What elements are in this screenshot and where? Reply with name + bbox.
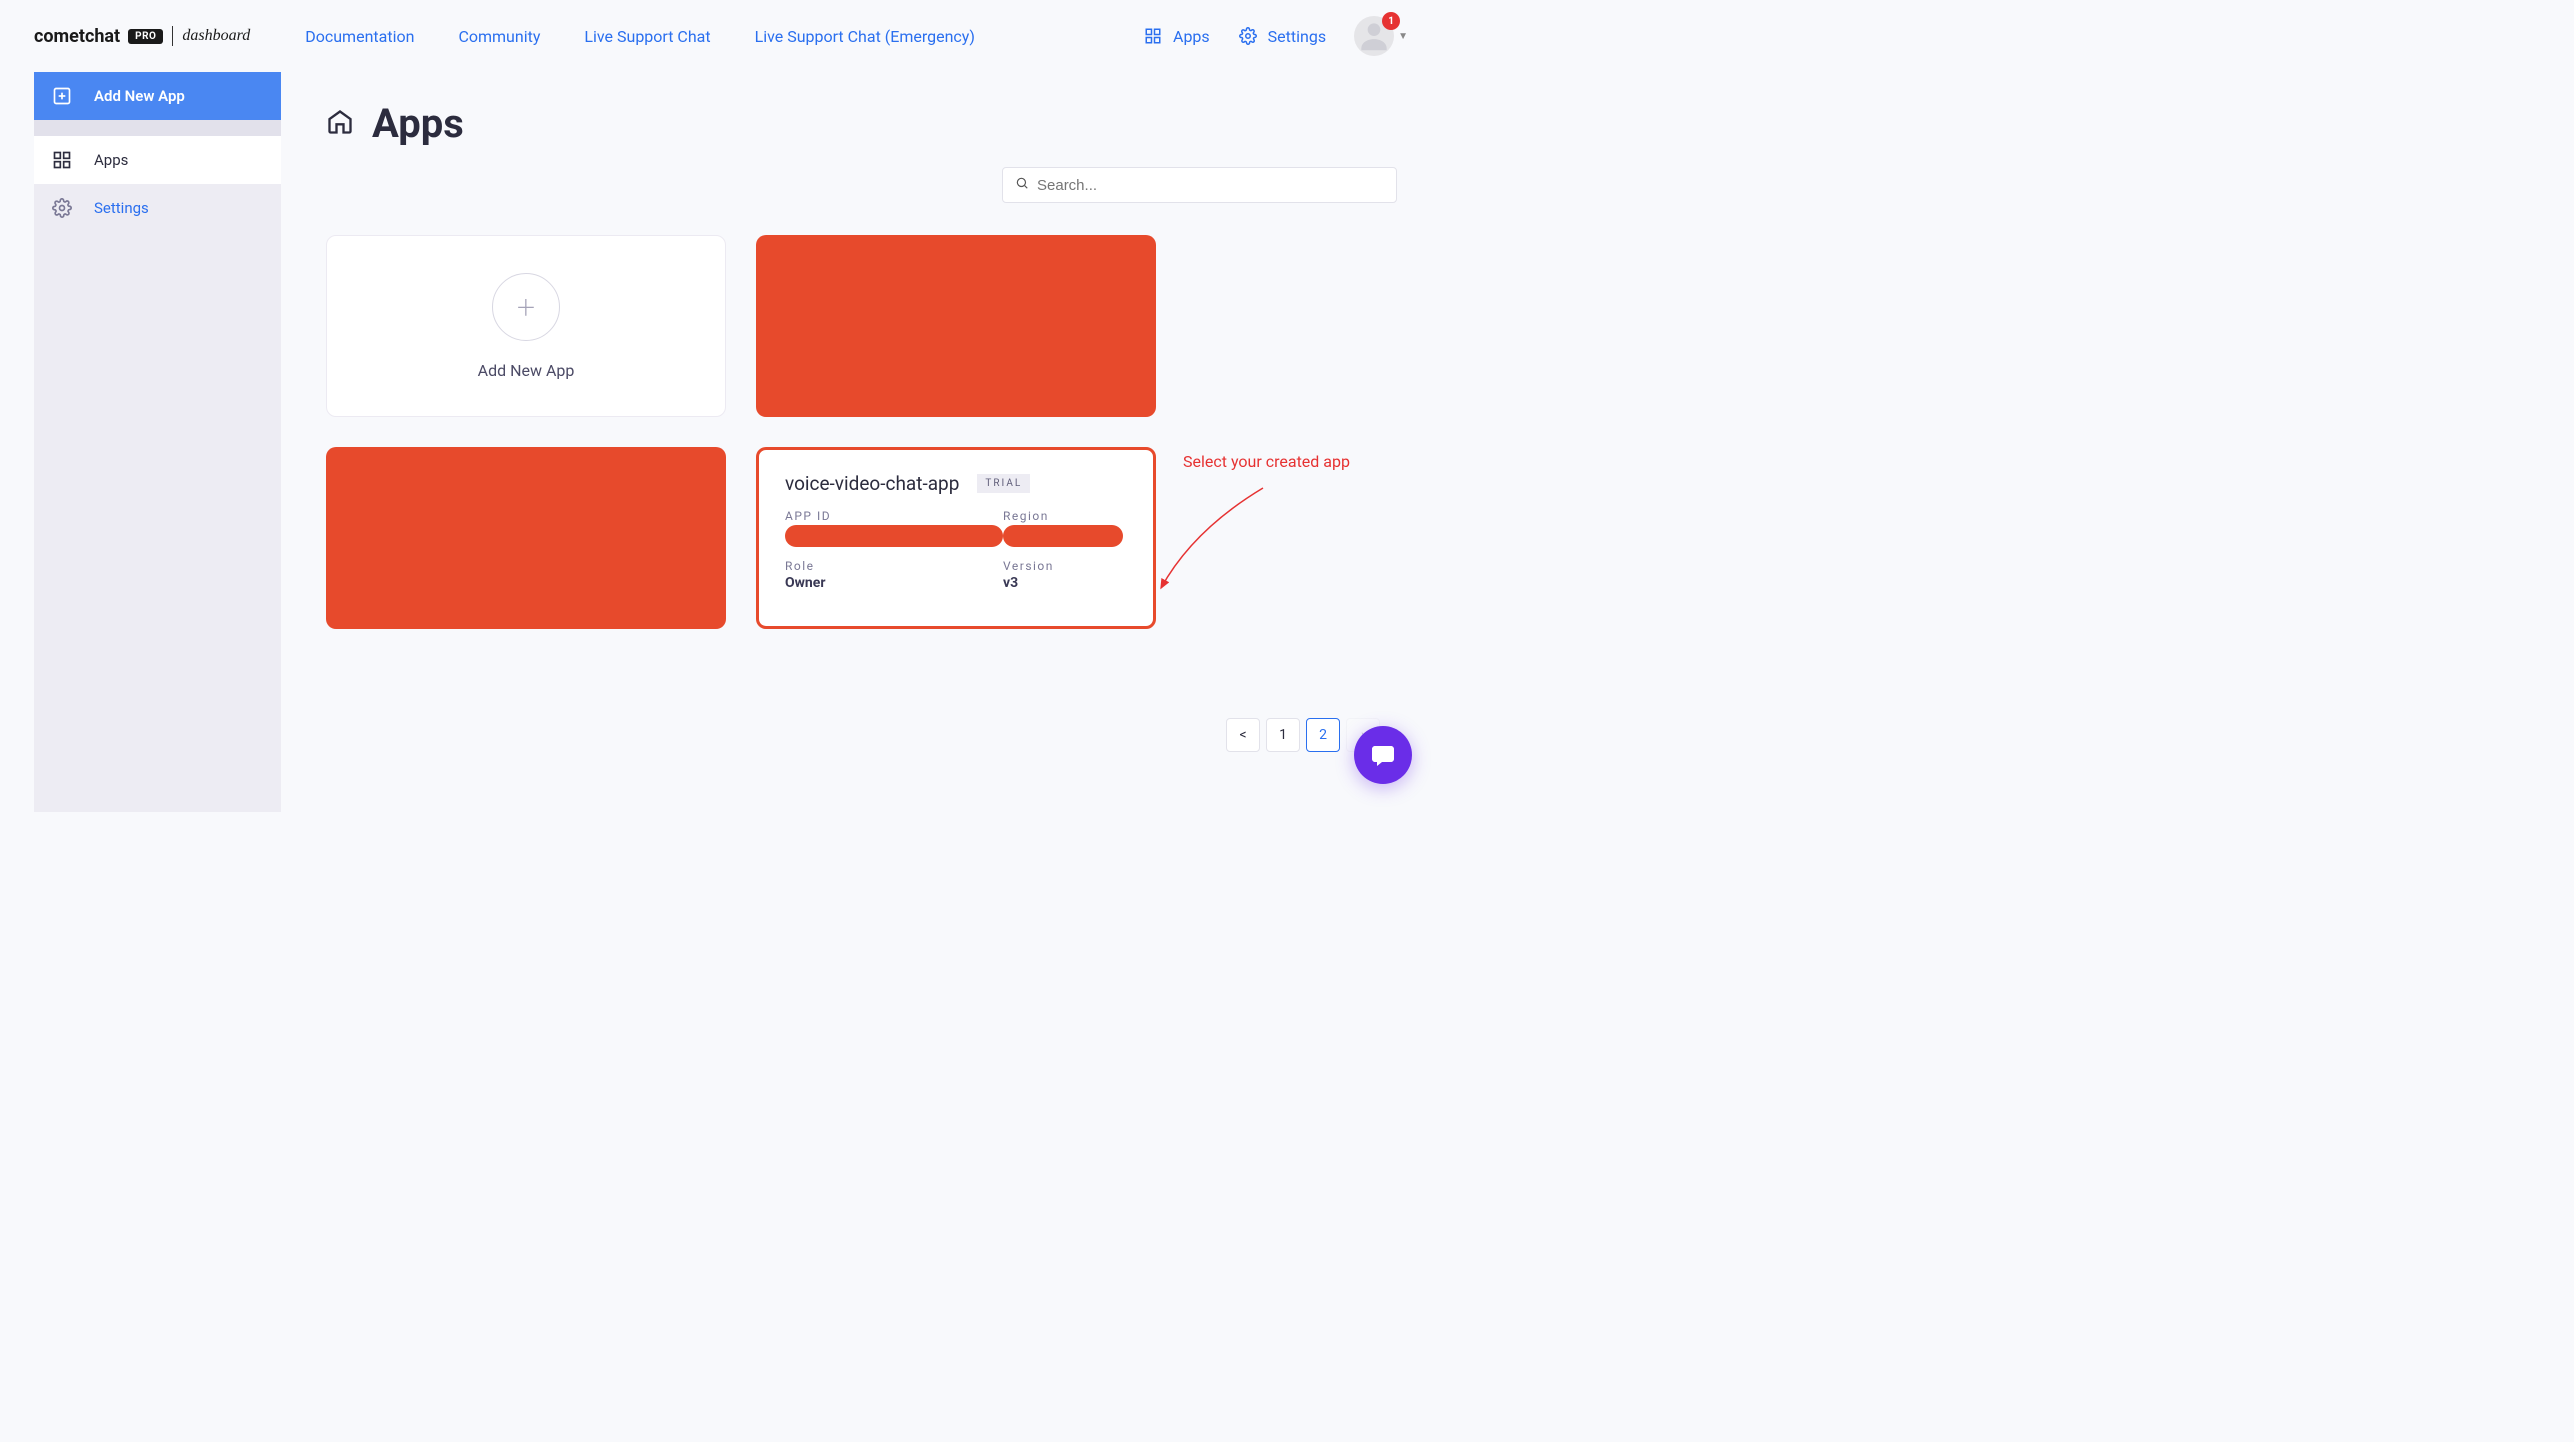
add-app-label: Add New App [478,361,575,380]
sidebar-add-new-app[interactable]: Add New App [34,72,281,120]
header: cometchat PRO dashboard Documentation Co… [0,0,1442,72]
header-settings-label: Settings [1268,27,1326,46]
grid-icon [1143,26,1163,46]
selected-app-card[interactable]: voice-video-chat-app TRIAL APP ID Region… [756,447,1156,629]
search-icon [1015,176,1029,194]
page-2[interactable]: 2 [1306,718,1340,752]
gear-icon [1238,26,1258,46]
notification-badge: 1 [1382,12,1400,30]
region-label: Region [1003,509,1127,523]
sidebar-item-label: Apps [94,151,128,169]
redacted-app-card-2[interactable] [326,447,726,629]
search-box[interactable] [1002,167,1397,203]
add-app-card[interactable]: + Add New App [326,235,726,417]
plus-square-icon [52,86,72,106]
page-prev[interactable]: < [1226,718,1260,752]
chat-fab[interactable] [1354,726,1412,784]
logo-pro-badge: PRO [128,29,163,44]
header-apps-label: Apps [1173,27,1210,46]
sidebar-item-label: Settings [94,199,149,217]
nav-documentation[interactable]: Documentation [305,27,414,46]
app-id-label: APP ID [785,509,1003,523]
logo-brand: cometchat [34,26,120,47]
home-icon [326,108,354,140]
sidebar-item-label: Add New App [94,87,185,105]
annotation-arrow [1153,480,1273,620]
app-id-redacted [785,525,1003,547]
trial-badge: TRIAL [977,474,1030,493]
redacted-app-card-1[interactable] [756,235,1156,417]
grid-icon [52,150,72,170]
nav-links: Documentation Community Live Support Cha… [305,27,1143,46]
header-actions: Apps Settings 1 ▼ [1143,16,1408,56]
header-apps-link[interactable]: Apps [1143,26,1210,46]
logo-divider [172,26,173,46]
logo-dashboard: dashboard [182,27,250,45]
sidebar: Add New App Apps Settings [34,72,281,812]
role-label: Role [785,559,1003,573]
search-input[interactable] [1037,177,1384,194]
app-name: voice-video-chat-app [785,472,959,495]
sidebar-spacer [34,120,281,136]
content: Apps + Add New App voice-video-c [281,72,1442,812]
role-value: Owner [785,575,1003,591]
header-settings-link[interactable]: Settings [1238,26,1326,46]
chevron-down-icon[interactable]: ▼ [1398,31,1408,42]
nav-community[interactable]: Community [458,27,540,46]
sidebar-settings[interactable]: Settings [34,184,281,232]
version-value: v3 [1003,575,1127,591]
gear-icon [52,198,72,218]
plus-icon: + [492,273,560,341]
nav-live-support-emergency[interactable]: Live Support Chat (Emergency) [755,27,975,46]
page-title: Apps [372,100,464,147]
logo[interactable]: cometchat PRO dashboard [34,26,250,47]
avatar[interactable]: 1 [1354,16,1394,56]
annotation-text: Select your created app [1183,452,1423,471]
region-redacted [1003,525,1123,547]
nav-live-support[interactable]: Live Support Chat [584,27,710,46]
version-label: Version [1003,559,1127,573]
page-title-row: Apps [326,100,1397,147]
chat-icon [1369,741,1397,769]
page-1[interactable]: 1 [1266,718,1300,752]
sidebar-apps[interactable]: Apps [34,136,281,184]
